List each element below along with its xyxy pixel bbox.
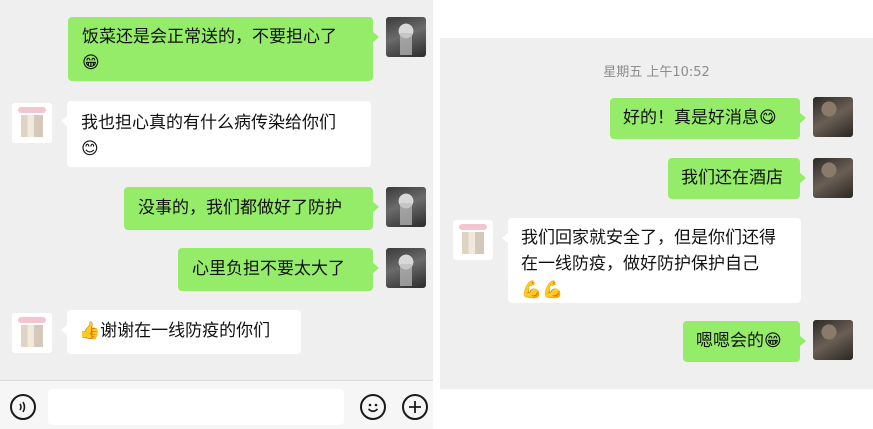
- yum-emoji-icon: 😋: [759, 108, 777, 128]
- self-avatar[interactable]: [813, 158, 853, 198]
- right-chat-panel: 星期五 上午10:52 好的！真是好消息😋 我们还在酒店 我们回家就安全了，但是…: [440, 38, 873, 389]
- message-timestamp: 星期五 上午10:52: [603, 65, 710, 80]
- smile-emoji-icon: 😊: [81, 139, 99, 159]
- message-text-line: 在一线防疫，做好防护保护自己: [521, 254, 759, 274]
- message-text: 没事的，我们都做好了防护: [138, 198, 342, 218]
- message-bubble-outgoing[interactable]: 嗯嗯会的😁: [683, 321, 806, 362]
- message-bubble-outgoing[interactable]: 好的！真是好消息😋: [610, 98, 806, 139]
- message-text: 嗯嗯会的: [696, 331, 764, 351]
- message-bubble-incoming[interactable]: 我们回家就安全了，但是你们还得 在一线防疫，做好防护保护自己 💪💪: [502, 218, 801, 303]
- left-chat-panel: 饭菜还是会正常送的，不要担心了 😁 我也担心真的有什么病传染给你们 😊 没事的，…: [0, 0, 433, 429]
- message-input[interactable]: [48, 389, 344, 425]
- message-text: 谢谢在一线防疫的你们: [100, 321, 271, 341]
- grin-emoji-icon: 😁: [82, 53, 100, 73]
- self-avatar[interactable]: [813, 97, 853, 137]
- message-bubble-outgoing[interactable]: 我们还在酒店: [668, 158, 806, 199]
- contact-avatar[interactable]: [12, 103, 52, 143]
- self-avatar[interactable]: [813, 320, 853, 360]
- self-avatar[interactable]: [386, 187, 426, 227]
- voice-icon[interactable]: [10, 394, 36, 420]
- thumbs-up-emoji-icon: 👍: [79, 321, 101, 341]
- flexed-biceps-emoji-icon: 💪💪: [521, 280, 564, 300]
- message-text-line: 我们回家就安全了，但是你们还得: [521, 228, 776, 248]
- contact-avatar[interactable]: [453, 220, 493, 260]
- message-text: 我们还在酒店: [681, 168, 783, 188]
- input-bar: [0, 380, 433, 429]
- contact-avatar[interactable]: [12, 313, 52, 353]
- message-text: 我也担心真的有什么病传染给你们: [81, 113, 336, 133]
- message-text: 心里负担不要太大了: [192, 259, 345, 279]
- message-bubble-outgoing[interactable]: 饭菜还是会正常送的，不要担心了 😁: [68, 17, 379, 81]
- message-bubble-outgoing[interactable]: 心里负担不要太大了: [178, 248, 379, 291]
- self-avatar[interactable]: [386, 17, 426, 57]
- message-text: 饭菜还是会正常送的，不要担心了: [82, 27, 337, 47]
- message-bubble-incoming[interactable]: 我也担心真的有什么病传染给你们 😊: [61, 101, 371, 167]
- message-bubble-incoming[interactable]: 👍谢谢在一线防疫的你们: [61, 310, 301, 354]
- plus-icon[interactable]: [402, 394, 428, 420]
- self-avatar[interactable]: [386, 248, 426, 288]
- message-bubble-outgoing[interactable]: 没事的，我们都做好了防护: [124, 187, 379, 230]
- smiley-icon[interactable]: [360, 394, 386, 420]
- message-text: 好的！真是好消息: [623, 108, 759, 128]
- grin-emoji-icon: 😁: [764, 331, 782, 351]
